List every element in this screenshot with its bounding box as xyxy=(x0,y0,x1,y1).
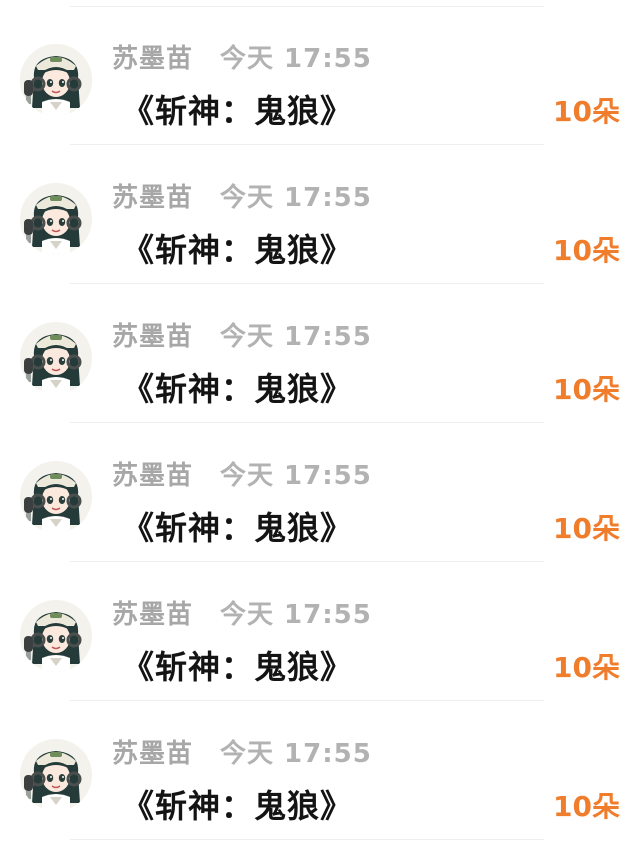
message-text: 《斩神：鬼狼》 xyxy=(122,787,354,825)
gift-amount: 10朵 xyxy=(553,373,620,406)
avatar[interactable] xyxy=(20,600,92,672)
avatar[interactable] xyxy=(20,44,92,116)
sender-name: 苏墨苗 xyxy=(112,183,194,213)
avatar[interactable] xyxy=(20,183,92,255)
message-text: 《斩神：鬼狼》 xyxy=(122,92,354,130)
message-text: 《斩神：鬼狼》 xyxy=(122,370,354,408)
gift-amount: 10朵 xyxy=(553,95,620,128)
gift-amount: 10朵 xyxy=(553,234,620,267)
message-text: 《斩神：鬼狼》 xyxy=(122,648,354,686)
sender-name: 苏墨苗 xyxy=(112,600,194,630)
sender-name: 苏墨苗 xyxy=(112,44,194,74)
message-text: 《斩神：鬼狼》 xyxy=(122,509,354,547)
gift-amount: 10朵 xyxy=(553,790,620,823)
timestamp: 今天 17:55 xyxy=(220,739,372,769)
gift-amount: 10朵 xyxy=(553,512,620,545)
message-text: 《斩神：鬼狼》 xyxy=(122,231,354,269)
list-item[interactable]: 苏墨苗 今天 17:55 《斩神：鬼狼》 10朵 xyxy=(0,701,640,840)
sender-name: 苏墨苗 xyxy=(112,739,194,769)
list-item[interactable]: 苏墨苗 今天 17:55 《斩神：鬼狼》 10朵 xyxy=(0,284,640,423)
avatar[interactable] xyxy=(20,322,92,394)
avatar[interactable] xyxy=(20,739,92,811)
timestamp: 今天 17:55 xyxy=(220,461,372,491)
list-item[interactable]: 苏墨苗 今天 17:55 《斩神：鬼狼》 10朵 xyxy=(0,423,640,562)
row-divider xyxy=(70,839,544,840)
sender-name: 苏墨苗 xyxy=(112,461,194,491)
avatar[interactable] xyxy=(20,461,92,533)
timestamp: 今天 17:55 xyxy=(220,183,372,213)
list-item[interactable]: 苏墨苗 今天 17:55 《斩神：鬼狼》 10朵 xyxy=(0,562,640,701)
gift-amount: 10朵 xyxy=(553,651,620,684)
sender-name: 苏墨苗 xyxy=(112,322,194,352)
timestamp: 今天 17:55 xyxy=(220,600,372,630)
list-item[interactable]: 苏墨苗 今天 17:55 《斩神：鬼狼》 10朵 xyxy=(0,6,640,145)
timestamp: 今天 17:55 xyxy=(220,44,372,74)
list-item[interactable]: 苏墨苗 今天 17:55 《斩神：鬼狼》 10朵 xyxy=(0,145,640,284)
timestamp: 今天 17:55 xyxy=(220,322,372,352)
